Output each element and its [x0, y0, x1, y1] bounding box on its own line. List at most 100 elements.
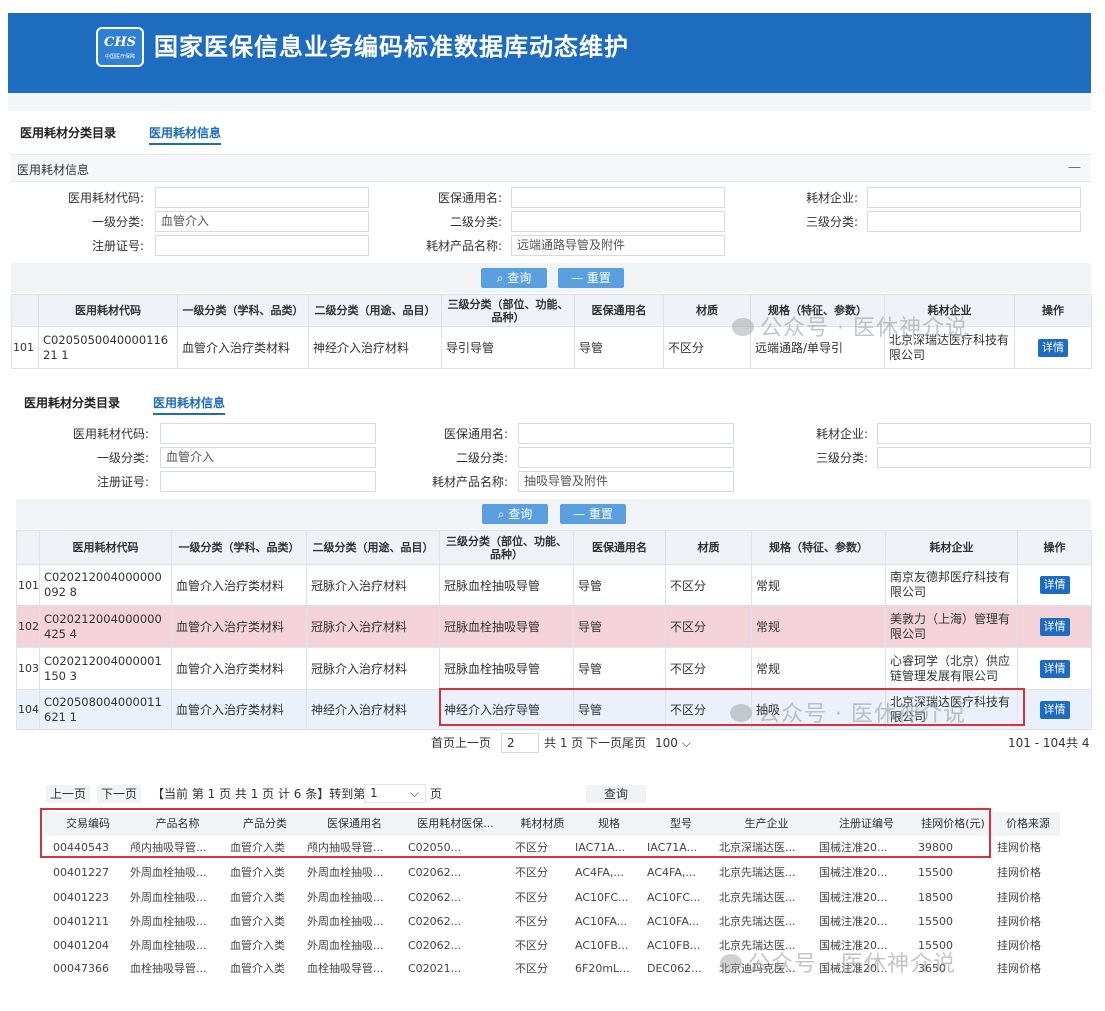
grid-row[interactable]: 00047366 血栓抽吸导管... 血管介入类 血栓抽吸导管... C02021...… [45, 957, 1060, 981]
grid-cell: C02062... [408, 939, 462, 952]
reset-button[interactable]: — 重置 [558, 268, 624, 288]
grid-cell: C02062... [408, 915, 462, 928]
table-row[interactable]: 102 C020212004000000425 4 血管介入治疗类材料 冠脉介入… [16, 605, 1092, 648]
label-company-2: 耗材企业: [815, 427, 868, 441]
grid-cell: 外周血栓抽吸... [130, 939, 207, 952]
detail-button[interactable]: 详情 [1039, 659, 1070, 678]
company-input-2[interactable] [877, 423, 1091, 444]
label-level3-2: 三级分类: [815, 451, 868, 465]
grid-cell: 不区分 [515, 866, 548, 879]
prev-page-button[interactable]: 上一页 [46, 785, 90, 803]
grid-cell: 血栓抽吸导管... [130, 962, 207, 975]
goto-page-select[interactable]: 1 ⌵ [364, 784, 426, 803]
grid-header-cell: 医用耗材医保... [417, 817, 494, 830]
label-level2: 二级分类: [449, 215, 502, 229]
grid-cell: 不区分 [515, 939, 548, 952]
tab-info-2[interactable]: 医用耗材信息 [153, 393, 226, 415]
table-row[interactable]: 101 C020505004000011621 1 血管介入治疗类材料 神经介入… [11, 326, 1092, 369]
grid-cell: 挂网价格 [997, 962, 1041, 975]
grid-cell: 不区分 [515, 841, 548, 854]
grid-cell: 6F20mL... [575, 962, 630, 975]
goto-query-button[interactable]: 查询 [586, 785, 646, 803]
detail-button[interactable]: 详情 [1039, 617, 1070, 636]
level2-select[interactable] [511, 211, 725, 232]
grid-header-cell: 注册证编号 [839, 817, 894, 830]
grid-cell: IAC71A... [575, 841, 626, 854]
grid-cell: 00047366 [53, 962, 109, 975]
tab-catalog-2[interactable]: 医用耗材分类目录 [24, 393, 120, 413]
grid-cell: 国械注准20... [819, 866, 888, 879]
label-level1-2: 一级分类: [96, 451, 149, 465]
total-label: 共 4 [1066, 736, 1090, 750]
code-input[interactable] [155, 187, 369, 208]
collapse-icon[interactable]: — [1068, 160, 1081, 175]
grid-cell: DEC062... [647, 962, 702, 975]
tab-catalog[interactable]: 医用耗材分类目录 [20, 123, 116, 143]
grid-cell: 血管介入类 [230, 939, 285, 952]
detail-button[interactable]: 详情 [1039, 700, 1070, 719]
grid-cell: AC4FA,... [647, 866, 696, 879]
grid-cell: 外周血栓抽吸... [130, 866, 207, 879]
detail-button[interactable]: 详情 [1039, 576, 1070, 594]
grid-cell: 北京迪玛克医... [719, 962, 796, 975]
query-button[interactable]: ⌕ 查询 [481, 268, 547, 288]
grid-cell: 挂网价格 [997, 866, 1041, 879]
app-header: CHS 中国医疗保障 国家医保信息业务编码标准数据库动态维护 [8, 13, 1091, 93]
code-input-2[interactable] [160, 423, 376, 444]
grid-cell: 00401211 [53, 915, 109, 928]
label-product-name: 耗材产品名称: [425, 239, 502, 253]
product-name-input-2[interactable]: 抽吸导管及附件 [518, 471, 734, 492]
table-row[interactable]: 104 C020508004000011621 1 血管介入治疗类材料 神经介入… [16, 689, 1092, 730]
grid-cell: 北京先瑞达医... [719, 915, 796, 928]
grid-cell: 00401223 [53, 891, 109, 904]
insurance-name-input[interactable] [511, 187, 725, 208]
next-page-button[interactable]: 下一页 [97, 785, 141, 803]
reg-no-input-2[interactable] [160, 471, 376, 492]
grid-cell: C02021... [408, 962, 462, 975]
query-button-2[interactable]: ⌕ 查询 [482, 504, 548, 524]
insurance-name-input-2[interactable] [518, 423, 734, 444]
table-row[interactable]: 103 C020212004000001150 3 血管介入治疗类材料 冠脉介入… [16, 647, 1092, 690]
level1-select[interactable]: 血管介入 [155, 211, 369, 232]
reset-button-2[interactable]: — 重置 [560, 504, 626, 524]
grid-row[interactable]: 00401204 外周血栓抽吸... 血管介入类 外周血栓抽吸... C02062...… [45, 934, 1060, 958]
button-bar-2: ⌕ 查询 — 重置 [16, 499, 1091, 529]
grid-row[interactable]: 00440543 颅内抽吸导管... 血管介入类 颅内抽吸导管... C02050...… [45, 836, 1060, 860]
grid-cell: 血管介入类 [230, 962, 285, 975]
grid-cell: IAC71A... [647, 841, 698, 854]
grid-row[interactable]: 00401227 外周血栓抽吸... 血管介入类 外周血栓抽吸... C02062...… [45, 861, 1060, 885]
first-prev-links[interactable]: 首页上一页 [431, 732, 491, 754]
grid-cell: 北京先瑞达医... [719, 891, 796, 904]
grid-cell: 18500 [918, 891, 953, 904]
page-size-select[interactable]: 100 ⌵ [655, 732, 691, 754]
label-level1: 一级分类: [91, 215, 144, 229]
grid-cell: 不区分 [515, 891, 548, 904]
grid-row[interactable]: 00401223 外周血栓抽吸... 血管介入类 外周血栓抽吸... C02062...… [45, 886, 1060, 910]
grid-cell: AC10FB... [575, 939, 629, 952]
level2-select-2[interactable] [518, 447, 734, 468]
company-input[interactable] [867, 187, 1081, 208]
page-number-input[interactable]: 2 [501, 733, 539, 753]
level1-select-2[interactable]: 血管介入 [160, 447, 376, 468]
product-name-input[interactable]: 远端通路导管及附件 [511, 235, 725, 256]
grid-cell: 血管介入类 [230, 915, 285, 928]
reg-no-input[interactable] [155, 235, 369, 256]
grid-cell: 挂网价格 [997, 939, 1041, 952]
grid-header-cell: 挂网价格(元) [921, 817, 985, 830]
panel-title: 医用耗材信息 [17, 163, 90, 177]
grid-row[interactable]: 00401211 外周血栓抽吸... 血管介入类 外周血栓抽吸... C02062...… [45, 910, 1060, 934]
grid-cell: 北京深瑞达医... [719, 841, 796, 854]
label-reg-no-2: 注册证号: [96, 475, 149, 489]
table-row[interactable]: 101 C020212004000000092 8 血管介入治疗类材料 冠脉介入… [16, 564, 1092, 606]
grid-cell: 血管介入类 [230, 866, 285, 879]
tab-info[interactable]: 医用耗材信息 [149, 123, 222, 145]
grid-cell: 颅内抽吸导管... [130, 841, 207, 854]
result-table-2: 医用耗材代码 一级分类（学科、品类） 二级分类（用途、品目） 三级分类（部位、功… [16, 530, 1092, 730]
label-reg-no: 注册证号: [91, 239, 144, 253]
next-last-links[interactable]: 下一页尾页 [586, 732, 646, 754]
detail-button[interactable]: 详情 [1038, 338, 1068, 357]
grid-cell: C02062... [408, 866, 462, 879]
level3-select-2[interactable] [877, 447, 1091, 468]
header-strip [8, 93, 1091, 111]
level3-select[interactable] [867, 211, 1081, 232]
